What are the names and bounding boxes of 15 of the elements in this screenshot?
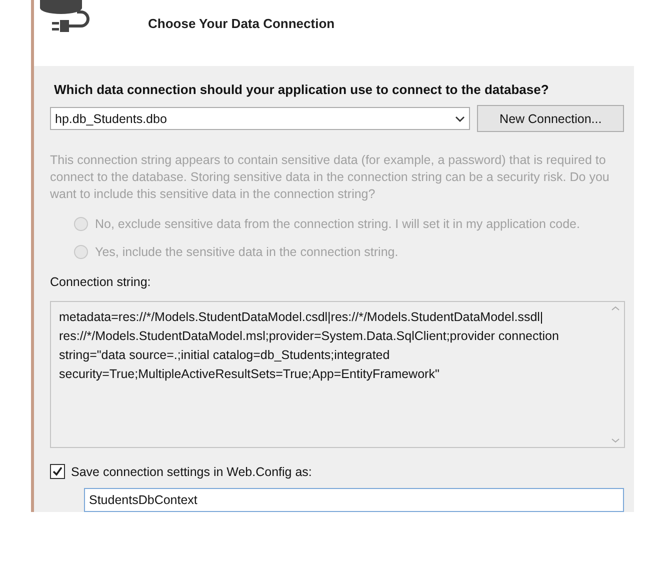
radio-label: Yes, include the sensitive data in the connection string. [95, 245, 398, 259]
checkbox[interactable] [50, 464, 65, 479]
scroll-up-icon[interactable] [611, 306, 620, 311]
connection-string-label: Connection string: [50, 275, 152, 289]
checkbox-label: Save connection settings in Web.Config as: [71, 464, 312, 478]
chevron-down-icon [455, 116, 466, 122]
connection-dropdown[interactable]: hp.db_Students.dbo [50, 107, 470, 130]
sensitive-data-message: This connection string appears to contain sensitive data (for example, a password) that is required to connect to the database. Storing sensitive data in the connection string can be a security risk. Do you want to include this sensitive data in the connection string? [50, 152, 610, 203]
new-connection-button[interactable]: New Connection... [477, 105, 624, 132]
connection-string-box[interactable]: metadata=res://*/Models.StudentDataModel.csdl|res://*/Models.StudentDataModel.ssdl| res://*/Models.StudentDataModel.msl;provider=System.Data.SqlClient;provider connection string="data source=.;initial catalog=db_Students;integrated security=True;MultipleActiveResultSets=True;App=EntityFramework" [50, 301, 625, 448]
radio-label: No, exclude sensitive data from the connection string. I will set it in my application code. [95, 217, 580, 231]
context-name-field[interactable]: StudentsDbContext [84, 488, 624, 512]
scroll-down-icon[interactable] [611, 438, 620, 443]
wizard-title: Choose Your Data Connection [148, 16, 335, 31]
question-text: Which data connection should your application use to connect to the database? [54, 82, 550, 97]
